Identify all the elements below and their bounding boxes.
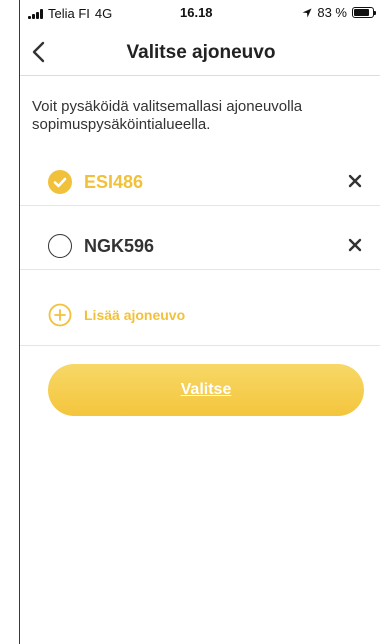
network-type: 4G — [94, 6, 113, 21]
vehicle-plate: NGK596 — [84, 236, 155, 256]
location-arrow-icon — [302, 8, 312, 17]
checkmark-icon — [53, 177, 67, 188]
vehicle-row-esi486[interactable]: ESI486 — [20, 158, 380, 206]
battery-icon — [352, 7, 376, 18]
carrier-name: Telia FI — [48, 6, 90, 21]
status-right: 83 % — [302, 5, 376, 20]
status-left: Telia FI 4G — [28, 6, 112, 21]
vehicle-row-ngk596[interactable]: NGK596 — [20, 222, 380, 270]
select-button[interactable]: Valitse — [48, 364, 364, 416]
plus-circle-icon — [48, 303, 72, 327]
signal-icon — [28, 8, 43, 19]
close-icon[interactable] — [348, 238, 362, 252]
check-circle-icon[interactable] — [48, 170, 72, 194]
battery-fill — [354, 9, 369, 16]
add-vehicle-label: Lisää ajoneuvo — [84, 307, 186, 323]
add-vehicle-button[interactable]: Lisää ajoneuvo — [20, 286, 380, 346]
close-icon[interactable] — [348, 174, 362, 188]
status-time: 16.18 — [180, 5, 213, 20]
vehicle-plate: ESI486 — [84, 172, 144, 192]
battery-percent: 83 % — [317, 5, 347, 20]
page-title: Valitse ajoneuvo — [126, 42, 276, 63]
status-bar: Telia FI 4G 16.18 83 % — [20, 0, 380, 24]
description-text: Voit pysäköidä valitsemallasi ajoneuvoll… — [32, 98, 303, 133]
radio-circle-icon[interactable] — [48, 234, 72, 258]
phone-screen: Telia FI 4G 16.18 83 % Valitse ajoneuvo … — [19, 0, 380, 644]
nav-bar: Valitse ajoneuvo — [20, 28, 380, 76]
